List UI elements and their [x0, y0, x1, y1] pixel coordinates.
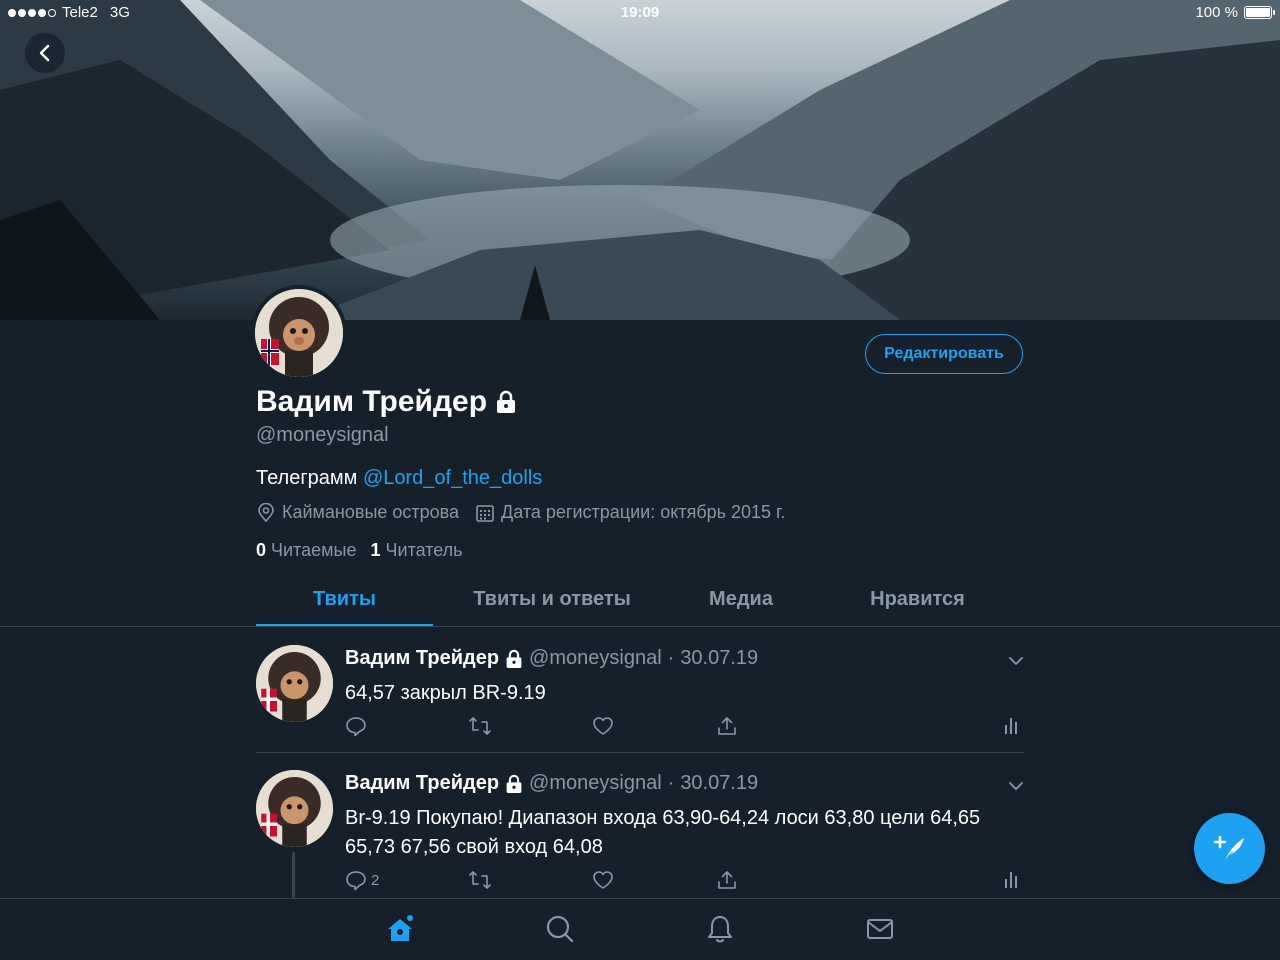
bio-telegram-link[interactable]: @Lord_of_the_dolls: [363, 467, 542, 489]
messages-icon: [867, 919, 893, 939]
profile-display-name: Вадим Трейдер: [256, 385, 517, 419]
tabs-divider: [0, 626, 1280, 627]
calendar-icon: [476, 504, 494, 522]
display-name-text: Вадим Трейдер: [256, 385, 488, 418]
analytics-button[interactable]: [1004, 869, 1020, 889]
tweet-separator: ·: [667, 772, 675, 794]
back-button[interactable]: [25, 33, 65, 73]
nav-search[interactable]: [544, 913, 576, 945]
following-label: Читаемые: [271, 540, 357, 560]
tab-media[interactable]: Медиа: [671, 575, 811, 627]
chevron-down-icon: [1009, 782, 1023, 790]
like-icon: [593, 871, 613, 889]
profile-bio: Телеграмм @Lord_of_the_dolls: [256, 467, 542, 490]
nav-notifications[interactable]: [704, 913, 736, 945]
search-icon: [546, 915, 574, 943]
thread-connector-line: [292, 852, 295, 898]
profile-meta: Каймановые острова Дата регистрации: окт…: [256, 502, 785, 523]
like-button[interactable]: [592, 715, 614, 737]
reply-icon: [346, 717, 366, 737]
tweet-author-handle: @moneysignal: [529, 647, 662, 669]
tweet-text: 64,57 закрыл BR-9.19: [345, 682, 546, 704]
tweet-author-name: Вадим Трейдер: [345, 647, 500, 669]
avatar-troll-image: [255, 289, 343, 377]
share-button[interactable]: [716, 869, 738, 891]
status-bar: Tele2 3G 19:09 100 %: [0, 0, 1280, 26]
lock-icon: [506, 774, 522, 793]
tweet-date: 30.07.19: [680, 647, 759, 669]
tweet-actions: 2: [345, 869, 1024, 893]
status-time: 19:09: [620, 4, 660, 21]
reply-icon: [346, 871, 366, 891]
notifications-icon: [708, 916, 732, 943]
analytics-icon: [1005, 718, 1017, 734]
banner-landscape-image: [0, 0, 1280, 320]
tweet-header: Вадим Трейдер @moneysignal · 30.07.19: [345, 647, 758, 670]
profile-avatar[interactable]: [251, 285, 347, 381]
share-icon: [718, 717, 736, 735]
retweet-button[interactable]: [468, 715, 492, 737]
analytics-button[interactable]: [1004, 715, 1020, 735]
retweet-icon: [469, 717, 491, 735]
avatar-troll-image: [256, 645, 333, 722]
location-icon: [258, 502, 274, 522]
tweet-divider: [256, 752, 1024, 753]
tweet-author-name: Вадим Трейдер: [345, 772, 500, 794]
share-icon: [718, 871, 736, 889]
profile-counts: 0 Читаемые 1 Читатель: [256, 540, 463, 561]
lock-icon: [497, 390, 516, 413]
bottom-navigation: [0, 898, 1280, 960]
home-icon: [388, 915, 413, 941]
reply-count: 2: [371, 871, 380, 889]
tweet-author-handle: @moneysignal: [529, 772, 662, 794]
tweet-date: 30.07.19: [680, 772, 759, 794]
profile-location: Каймановые острова: [282, 502, 460, 522]
avatar-troll-image: [256, 770, 333, 847]
tweet-item[interactable]: Вадим Трейдер @moneysignal · 30.07.19 64…: [256, 645, 1024, 752]
tweet-avatar[interactable]: [256, 645, 333, 722]
compose-tweet-button[interactable]: [1194, 813, 1265, 884]
tweet-separator: ·: [667, 647, 675, 669]
followers-count: 1: [370, 540, 381, 560]
tweet-avatar[interactable]: [256, 770, 333, 847]
battery-label: 100 %: [1195, 4, 1238, 21]
battery-icon: [1244, 6, 1275, 19]
tab-tweets-and-replies[interactable]: Твиты и ответы: [433, 575, 671, 627]
retweet-button[interactable]: [468, 869, 492, 891]
like-button[interactable]: [592, 869, 614, 891]
chevron-down-icon: [1009, 657, 1023, 665]
profile-banner: [0, 0, 1280, 320]
nav-messages[interactable]: [864, 913, 896, 945]
edit-profile-button[interactable]: Редактировать: [865, 334, 1023, 374]
bio-text: Телеграмм: [256, 467, 363, 489]
reply-button[interactable]: 2: [345, 869, 379, 891]
tweet-header: Вадим Трейдер @moneysignal · 30.07.19: [345, 772, 758, 795]
tweet-menu-button[interactable]: [1008, 778, 1024, 796]
retweet-icon: [469, 871, 491, 889]
following-link[interactable]: 0 Читаемые: [256, 540, 356, 561]
tweet-text: Br-9.19 Покупаю! Диапазон входа 63,90-64…: [345, 807, 981, 858]
compose-icon: [1213, 835, 1244, 861]
followers-label: Читатель: [385, 540, 463, 560]
reply-button[interactable]: [345, 715, 371, 737]
nav-home[interactable]: [384, 913, 416, 945]
tab-tweets[interactable]: Твиты: [256, 575, 433, 627]
tweet-actions: [345, 715, 1024, 739]
tweet-item[interactable]: Вадим Трейдер @moneysignal · 30.07.19 Br…: [256, 770, 1024, 898]
tweet-menu-button[interactable]: [1008, 653, 1024, 671]
following-count: 0: [256, 540, 267, 560]
profile-handle: @moneysignal: [256, 424, 389, 446]
lock-icon: [506, 649, 522, 668]
back-icon: [39, 44, 50, 62]
followers-link[interactable]: 1 Читатель: [370, 540, 462, 561]
profile-tabs: Твиты Твиты и ответы Медиа Нравится: [256, 575, 1024, 627]
profile-joined-date: Дата регистрации: октябрь 2015 г.: [501, 502, 786, 522]
analytics-icon: [1005, 872, 1017, 888]
share-button[interactable]: [716, 715, 738, 737]
like-icon: [593, 717, 613, 735]
tab-likes[interactable]: Нравится: [811, 575, 1024, 627]
